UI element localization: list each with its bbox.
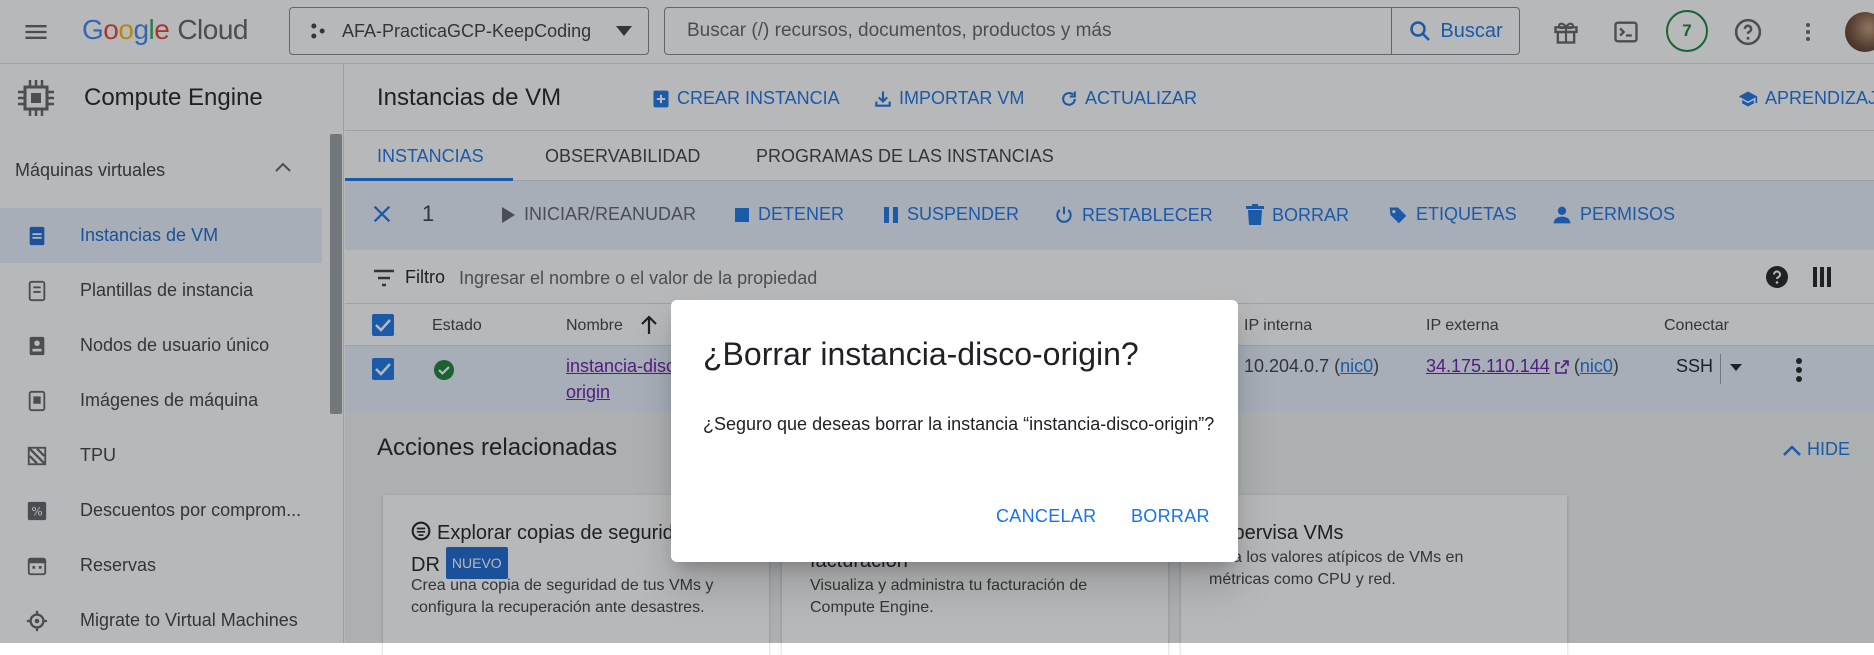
confirm-delete-button[interactable]: BORRAR xyxy=(1131,506,1210,527)
dialog-title: ¿Borrar instancia-disco-origin? xyxy=(703,336,1139,372)
cancel-button[interactable]: CANCELAR xyxy=(996,506,1096,527)
delete-confirm-dialog: ¿Borrar instancia-disco-origin? ¿Seguro … xyxy=(671,300,1238,562)
dialog-message: ¿Seguro que deseas borrar la instancia “… xyxy=(703,414,1215,434)
